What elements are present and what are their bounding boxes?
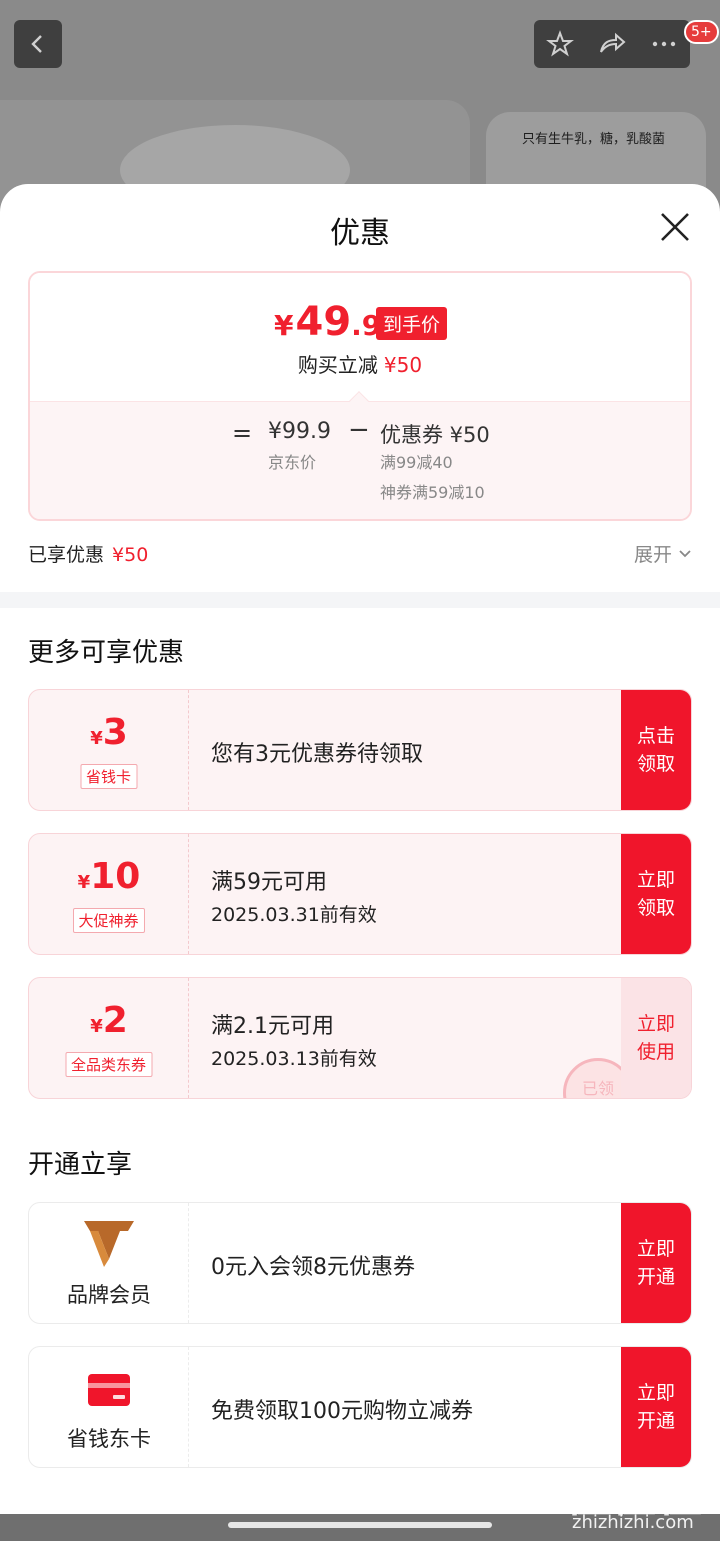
coupon-card-all-category: ¥2 全品类东券 满2.1元可用 2025.03.13前有效 已领 立即 使用 [28, 977, 692, 1099]
sheet-title: 优惠 [330, 216, 390, 251]
section-divider [0, 592, 720, 608]
coupon-detail-2: 神券满59减10 [380, 483, 485, 502]
brand-member-card: 品牌会员 0元入会领8元优惠券 立即 开通 [28, 1202, 692, 1324]
chevron-left-icon [31, 35, 42, 53]
message-count-badge: 5+ [684, 20, 719, 44]
activate-button[interactable]: 立即 开通 [621, 1347, 691, 1467]
saver-card-label: 省钱东卡 [67, 1427, 151, 1451]
share-icon[interactable] [597, 30, 627, 58]
claim-button[interactable]: 立即 领取 [621, 834, 691, 954]
equals-sign: = [232, 419, 253, 447]
thumbnail-caption: 只有生牛乳，糖，乳酸菌 [522, 132, 666, 147]
more-icon[interactable] [650, 30, 678, 58]
chevron-down-icon [679, 549, 691, 557]
red-card-icon [88, 1374, 130, 1406]
use-button[interactable]: 立即 使用 [621, 978, 691, 1098]
coupon-condition: 满59元可用 [211, 870, 327, 895]
minus-sign: − [348, 415, 370, 445]
coupon-card-saver: ¥3 省钱卡 您有3元优惠券待领取 点击 领取 [28, 689, 692, 811]
price-breakdown-box: ¥ 49 .9 到手价 购买立减 ¥50 = ¥99.9 京东价 − 优惠券 ¥5… [28, 271, 692, 521]
brand-member-label: 品牌会员 [67, 1283, 151, 1307]
coupon-type-tag: 大促神券 [72, 908, 145, 933]
coupon-expiry: 2025.03.13前有效 [211, 1048, 377, 1070]
enjoyed-discount: 已享优惠 ¥50 [28, 544, 149, 566]
final-price-tag: 到手价 [376, 307, 448, 340]
coupon-type-tag: 全品类东券 [64, 1052, 153, 1077]
back-button[interactable] [14, 20, 62, 68]
saver-card-description: 免费领取100元购物立减券 [211, 1399, 473, 1424]
join-button[interactable]: 立即 开通 [621, 1203, 691, 1323]
coupon-total: 优惠券 ¥50 [380, 423, 490, 447]
jd-price-label: 京东价 [268, 453, 317, 472]
coupon-description: 您有3元优惠券待领取 [211, 742, 423, 767]
coupon-detail-1: 满99减40 [380, 453, 453, 472]
purchase-reduction: 购买立减 ¥50 [297, 353, 423, 377]
coupon-card-promo: ¥10 大促神券 满59元可用 2025.03.31前有效 立即 领取 [28, 833, 692, 955]
coupon-amount: ¥10 [77, 856, 141, 897]
star-icon[interactable] [545, 30, 574, 58]
more-discounts-title: 更多可享优惠 [28, 638, 185, 668]
home-indicator[interactable] [228, 1522, 492, 1528]
jd-price: ¥99.9 [268, 419, 331, 444]
coupon-type-tag: 省钱卡 [79, 764, 138, 789]
coupon-amount: ¥3 [90, 712, 128, 753]
coupon-amount: ¥2 [90, 1000, 128, 1041]
brand-member-description: 0元入会领8元优惠券 [211, 1255, 415, 1280]
coupon-condition: 满2.1元可用 [211, 1014, 334, 1039]
saver-card: 省钱东卡 免费领取100元购物立减券 立即 开通 [28, 1346, 692, 1468]
expand-button[interactable]: 展开 [634, 540, 692, 567]
final-price: ¥ 49 .9 [274, 299, 382, 345]
brand-v-icon [84, 1221, 134, 1267]
coupon-expiry: 2025.03.31前有效 [211, 904, 377, 926]
open-benefits-title: 开通立享 [28, 1150, 133, 1180]
top-action-bar [534, 20, 690, 68]
discount-sheet: 优惠 ¥ 49 .9 到手价 购买立减 ¥50 = ¥99.9 京东价 − 优惠券… [0, 184, 720, 1514]
watermark-url: zhizhizhi.com [572, 1512, 694, 1533]
claim-button[interactable]: 点击 领取 [621, 690, 691, 810]
close-icon[interactable] [658, 210, 692, 244]
